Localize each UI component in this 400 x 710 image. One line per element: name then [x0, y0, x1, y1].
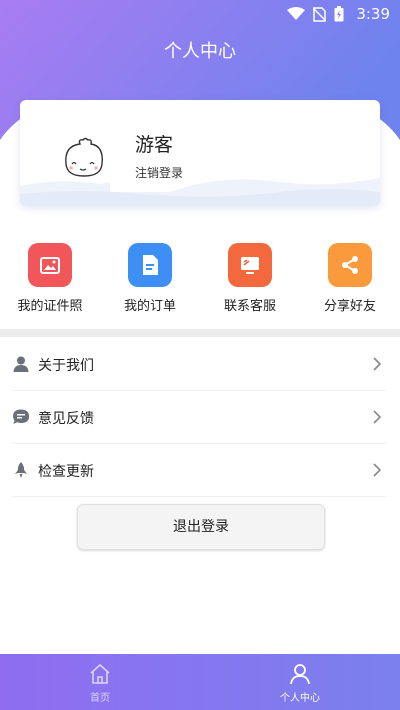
home-icon: [90, 663, 110, 684]
quick-action-share[interactable]: 分享好友: [300, 240, 400, 314]
tab-label: 首页: [90, 693, 110, 704]
menu-item-about-us[interactable]: 关于我们: [12, 338, 386, 391]
quick-action-id-photos[interactable]: 我的证件照: [0, 240, 100, 314]
quick-actions: 我的证件照 我的订单 联系客服 分享好友: [0, 240, 400, 320]
logout-button[interactable]: 退出登录: [77, 504, 325, 550]
bottom-tab-bar: 首页 个人中心: [0, 654, 400, 710]
section-divider: [0, 329, 400, 337]
status-time: 3:39: [356, 5, 390, 23]
avatar[interactable]: [56, 130, 112, 186]
rocket-icon: [15, 462, 27, 478]
share-icon: [328, 243, 372, 287]
quick-action-label: 我的证件照: [17, 299, 83, 314]
tab-label: 个人中心: [280, 693, 320, 704]
chat-icon: [13, 409, 29, 424]
menu-item-check-update[interactable]: 检查更新: [12, 444, 386, 497]
profile-icon: [290, 664, 310, 685]
profile-card: 游客 注销登录: [20, 100, 380, 206]
user-icon: [13, 356, 29, 372]
chevron-right-icon: [373, 357, 382, 371]
page-title: 个人中心: [164, 41, 236, 62]
user-name: 游客: [135, 134, 174, 156]
chevron-right-icon: [373, 463, 382, 477]
photo-icon: [28, 243, 72, 287]
quick-action-label: 分享好友: [323, 299, 376, 314]
quick-action-label: 联系客服: [223, 299, 276, 314]
monitor-icon: [228, 243, 272, 287]
chevron-right-icon: [373, 410, 382, 424]
quick-action-customer-service[interactable]: 联系客服: [200, 240, 300, 314]
deregister-link[interactable]: 注销登录: [135, 164, 183, 181]
document-icon: [128, 243, 172, 287]
menu-item-feedback[interactable]: 意见反馈: [12, 391, 386, 444]
no-sim-icon: [313, 6, 326, 22]
menu-item-label: 检查更新: [38, 464, 94, 480]
menu-item-label: 关于我们: [38, 358, 94, 374]
quick-action-label: 我的订单: [123, 299, 176, 314]
battery-icon: [334, 6, 344, 22]
status-bar: 3:39: [0, 0, 400, 28]
tab-profile[interactable]: 个人中心: [200, 654, 400, 710]
quick-action-orders[interactable]: 我的订单: [100, 240, 200, 314]
tab-home[interactable]: 首页: [0, 654, 200, 710]
wifi-icon: [287, 7, 305, 20]
menu-item-label: 意见反馈: [38, 411, 94, 427]
